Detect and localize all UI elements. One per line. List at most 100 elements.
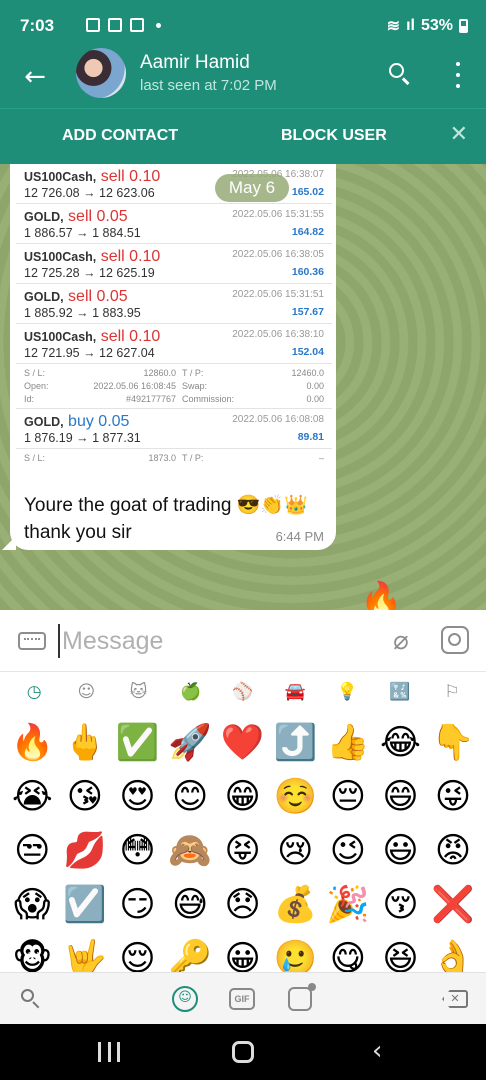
- date-chip: May 6: [215, 174, 289, 202]
- back-button[interactable]: ←: [18, 60, 52, 94]
- recents-button[interactable]: [98, 1042, 120, 1062]
- emoji-key[interactable]: 💰: [269, 878, 322, 932]
- emoji-key[interactable]: 😘: [59, 770, 112, 824]
- message-composer: ⌀: [0, 610, 486, 672]
- emoji-key[interactable]: 😒: [6, 824, 59, 878]
- app-notification-icon: [130, 18, 144, 32]
- last-seen-status: last seen at 7:02 PM: [140, 77, 277, 94]
- symbols-icon[interactable]: 🔣: [387, 679, 413, 705]
- home-button[interactable]: [232, 1041, 254, 1063]
- trade-row: US100Cash, sell 0.10 12 721.95 → 12 627.0…: [16, 324, 332, 364]
- usb-notification-icon: [108, 18, 122, 32]
- status-right: ≋ ıl 53%: [387, 16, 468, 36]
- more-notifications-icon: [156, 22, 161, 28]
- search-button[interactable]: [386, 60, 416, 90]
- emoji-key[interactable]: 😜: [427, 770, 480, 824]
- status-time: 7:03: [20, 16, 55, 35]
- camera-icon[interactable]: [441, 626, 469, 654]
- activity-icon[interactable]: ⚾: [230, 679, 256, 705]
- close-icon[interactable]: ✕: [450, 121, 468, 147]
- emoji-key[interactable]: ✅: [111, 716, 164, 770]
- emoji-key[interactable]: 😃: [374, 824, 427, 878]
- battery-icon: [459, 19, 468, 33]
- emoji-panel: ◷ ☺ 🐱 🍏 ⚾ 🚘 💡 🔣 ⚐ 🔥 🖕 ✅ 🚀 ❤️ ⤴️ 👍 😂 👇 😭 😘 😍 😊 😁 ☺️ 😔 😄 😜 😒 💋 😳 🙈 😝 😢 😉 😃 😡…: [0, 672, 486, 979]
- emoji-key[interactable]: 🙈: [164, 824, 217, 878]
- notification-icons: [86, 18, 161, 32]
- contact-name[interactable]: Aamir Hamid: [140, 52, 250, 74]
- emoji-key[interactable]: ☺️: [269, 770, 322, 824]
- trade-row: GOLD, sell 0.05 1 885.92 → 1 883.95 2022.0…: [16, 284, 332, 324]
- add-contact-button[interactable]: ADD CONTACT: [62, 127, 178, 145]
- emoji-key[interactable]: 😏: [111, 878, 164, 932]
- emoji-key[interactable]: 😁: [216, 770, 269, 824]
- contact-avatar[interactable]: [76, 48, 126, 98]
- emoji-key[interactable]: 💋: [59, 824, 112, 878]
- search-icon: [389, 63, 404, 78]
- emoji-key[interactable]: 😔: [322, 770, 375, 824]
- emoji-tab-icon[interactable]: ☺: [172, 986, 198, 1012]
- emoji-category-tabs: ◷ ☺ 🐱 🍏 ⚾ 🚘 💡 🔣 ⚐: [0, 672, 486, 712]
- emoji-key[interactable]: 😅: [164, 878, 217, 932]
- emoji-key[interactable]: 😄: [374, 770, 427, 824]
- nav-back-button[interactable]: ‹: [372, 1036, 382, 1066]
- gallery-notification-icon: [86, 18, 100, 32]
- attach-icon[interactable]: ⌀: [386, 624, 416, 658]
- trade-details: S / L: 12860.0 T / P: 12460.0 Open: 2022.05…: [16, 364, 332, 409]
- search-icon: [21, 989, 34, 1002]
- emoji-key[interactable]: 🔥: [6, 716, 59, 770]
- emoji-key[interactable]: 😱: [6, 878, 59, 932]
- block-user-button[interactable]: BLOCK USER: [281, 127, 387, 145]
- wifi-icon: ≋: [386, 18, 401, 35]
- system-nav-bar: ‹: [0, 1024, 486, 1080]
- trade-row: US100Cash, sell 0.10 12 725.28 → 12 625.1…: [16, 244, 332, 284]
- animals-icon[interactable]: 🐱: [126, 679, 152, 705]
- emoji-key[interactable]: 🎉: [322, 878, 375, 932]
- emoji-key[interactable]: 😚: [374, 878, 427, 932]
- emoji-key[interactable]: ⤴️: [269, 716, 322, 770]
- chat-area[interactable]: US100Cash, sell 0.10 12 726.08 → 12 623.0…: [0, 164, 486, 610]
- new-contact-action-bar: ADD CONTACT BLOCK USER ✕: [0, 108, 486, 164]
- more-options-button[interactable]: [452, 62, 464, 88]
- trade-history-image[interactable]: US100Cash, sell 0.10 12 726.08 → 12 623.0…: [16, 164, 332, 476]
- emoji-key[interactable]: ❌: [427, 878, 480, 932]
- emoji-key[interactable]: 😢: [269, 824, 322, 878]
- trade-row: GOLD, sell 0.05 1 886.57 → 1 884.51 2022.0…: [16, 204, 332, 244]
- battery-percent: 53%: [420, 17, 453, 34]
- emoji-key[interactable]: 😝: [216, 824, 269, 878]
- status-bar: 7:03 ≋ ıl 53%: [0, 0, 486, 52]
- keyboard-bottom-bar: ☺ GIF ✕: [0, 972, 486, 1024]
- message-bubble[interactable]: US100Cash, sell 0.10 12 726.08 → 12 623.0…: [10, 164, 336, 550]
- message-time: 6:44 PM: [275, 529, 324, 544]
- emoji-key[interactable]: 👍: [322, 716, 375, 770]
- backspace-icon[interactable]: ✕: [442, 990, 468, 1008]
- emoji-key[interactable]: ☑️: [59, 878, 112, 932]
- emoji-grid: 🔥 🖕 ✅ 🚀 ❤️ ⤴️ 👍 😂 👇 😭 😘 😍 😊 😁 ☺️ 😔 😄 😜 😒 💋 😳 🙈 😝 😢 😉 😃 😡 😱 ☑️ 😏 😅 😞 💰 🎉 😚 ❌…: [6, 716, 480, 986]
- emoji-key[interactable]: 🚀: [164, 716, 217, 770]
- emoji-key[interactable]: 😭: [6, 770, 59, 824]
- message-input[interactable]: [58, 624, 358, 658]
- emoji-search-button[interactable]: [20, 988, 42, 1010]
- emoji-key[interactable]: 😳: [111, 824, 164, 878]
- objects-icon[interactable]: 💡: [334, 679, 360, 705]
- trade-details: S / L: 1873.0 T / P: –: [24, 453, 324, 463]
- trade-row: GOLD, buy 0.05 1 876.19 → 1 877.31 2022.…: [16, 409, 332, 449]
- emoji-key[interactable]: 🖕: [59, 716, 112, 770]
- recent-icon[interactable]: ◷: [21, 679, 47, 705]
- sticker-tab-icon[interactable]: [288, 983, 316, 1011]
- emoji-key[interactable]: 😊: [164, 770, 217, 824]
- travel-icon[interactable]: 🚘: [282, 679, 308, 705]
- emoji-key[interactable]: 😍: [111, 770, 164, 824]
- gif-tab-button[interactable]: GIF: [229, 988, 255, 1010]
- emoji-key[interactable]: 👇: [427, 716, 480, 770]
- emoji-key[interactable]: ❤️: [216, 716, 269, 770]
- food-icon[interactable]: 🍏: [178, 679, 204, 705]
- emoji-key[interactable]: 😞: [216, 878, 269, 932]
- emoji-key[interactable]: 😉: [322, 824, 375, 878]
- smileys-icon[interactable]: ☺: [73, 679, 99, 705]
- signal-icon: ıl: [406, 17, 415, 34]
- flags-icon[interactable]: ⚐: [439, 679, 465, 705]
- emoji-key[interactable]: 😡: [427, 824, 480, 878]
- chat-header: ← Aamir Hamid last seen at 7:02 PM: [0, 48, 486, 108]
- keyboard-toggle-icon[interactable]: [18, 632, 46, 650]
- emoji-key[interactable]: 😂: [374, 716, 427, 770]
